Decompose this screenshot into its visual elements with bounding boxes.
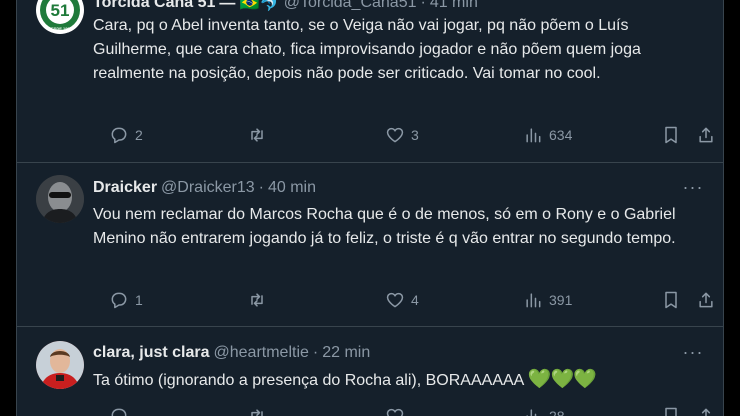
views-chart-icon <box>526 128 541 143</box>
reply-icon <box>111 127 127 144</box>
avatar-ring-text: DESDE 1989 <box>48 26 73 31</box>
reply-button[interactable]: 2 <box>109 123 143 147</box>
bookmark-button[interactable] <box>661 288 681 312</box>
reply-icon <box>111 292 127 309</box>
timestamp[interactable]: 22 min <box>322 344 370 362</box>
tweet-header: clara, just clara @heartmeltie · 22 min <box>93 342 370 364</box>
timeline: 51 DESDE 1989 Torcida Cana 51 — 🇧🇷🐬 @Tor… <box>16 0 724 416</box>
like-button[interactable]: 4 <box>385 288 419 312</box>
tweet-clara[interactable]: ··· clara, just clara @heartmeltie · 22 … <box>17 327 723 416</box>
heart-icon <box>386 127 404 143</box>
tweet-draicker[interactable]: ··· Draicker @Draicker13 · 40 min Vou ne… <box>17 163 723 327</box>
tweet-actions: 1 4 391 <box>93 288 713 312</box>
green-heart-emoji: 💚💚💚 <box>527 369 597 390</box>
reply-icon <box>111 408 127 416</box>
views-button[interactable]: 391 <box>523 288 572 312</box>
views-button[interactable]: 634 <box>523 123 572 147</box>
user-avatar-icon <box>36 175 84 223</box>
like-button[interactable]: 3 <box>385 123 419 147</box>
like-count: 4 <box>411 292 419 308</box>
views-chart-icon <box>526 293 541 308</box>
like-count: 3 <box>411 127 419 143</box>
share-icon <box>699 292 713 308</box>
bookmark-icon <box>665 291 677 309</box>
user-avatar-icon <box>36 341 84 389</box>
retweet-button[interactable] <box>247 123 273 147</box>
retweet-icon <box>251 293 263 307</box>
avatar-torcida[interactable]: 51 DESDE 1989 <box>36 0 84 34</box>
share-button[interactable] <box>696 288 716 312</box>
more-options-button[interactable]: ··· <box>681 343 705 365</box>
separator: · <box>258 179 264 196</box>
name-emoji-suffix: — 🇧🇷🐬 <box>219 0 280 12</box>
heart-icon <box>386 408 404 416</box>
avatar-clara[interactable] <box>36 341 84 389</box>
avatar-number: 51 <box>51 1 70 20</box>
more-options-button[interactable]: ··· <box>681 178 705 200</box>
bookmark-button[interactable] <box>661 123 681 147</box>
handle[interactable]: @Draicker13 <box>161 179 255 197</box>
share-button[interactable] <box>696 404 716 416</box>
tweet-actions: 28 <box>93 404 713 416</box>
share-button[interactable] <box>696 123 716 147</box>
display-name[interactable]: clara, just clara <box>93 344 210 362</box>
tweet-text: Cara, pq o Abel inventa tanto, se o Veig… <box>93 17 641 82</box>
tweet-header: Draicker @Draicker13 · 40 min <box>93 177 316 199</box>
retweet-icon <box>251 128 263 142</box>
views-chart-icon <box>526 409 537 416</box>
reply-button[interactable]: 1 <box>109 288 143 312</box>
bookmark-icon <box>665 126 677 144</box>
separator: · <box>312 344 319 361</box>
display-name[interactable]: Torcida Cana 51 <box>93 0 215 12</box>
view-count: 28 <box>549 408 565 416</box>
tweet-torcida[interactable]: 51 DESDE 1989 Torcida Cana 51 — 🇧🇷🐬 @Tor… <box>17 0 723 163</box>
bookmark-icon <box>665 407 677 416</box>
reply-button[interactable] <box>109 404 135 416</box>
retweet-button[interactable] <box>247 288 273 312</box>
tweet-header: Torcida Cana 51 — 🇧🇷🐬 @Torcida_Cana51 · … <box>93 0 478 14</box>
timestamp[interactable]: 41 min <box>430 0 478 12</box>
like-button[interactable] <box>385 404 405 416</box>
view-count: 391 <box>549 292 573 308</box>
reply-count: 1 <box>135 292 143 308</box>
tweet-text: Vou nem reclamar do Marcos Rocha que é o… <box>93 206 676 247</box>
bookmark-button[interactable] <box>661 404 681 416</box>
tweet-text: Ta ótimo (ignorando a presença do Rocha … <box>93 368 705 393</box>
view-count: 634 <box>549 127 573 143</box>
heart-icon <box>386 292 404 308</box>
separator: · <box>420 0 426 11</box>
handle[interactable]: @Torcida_Cana51 <box>284 0 417 12</box>
display-name[interactable]: Draicker <box>93 179 157 197</box>
handle[interactable]: @heartmeltie <box>214 344 309 362</box>
timestamp[interactable]: 40 min <box>268 179 316 197</box>
tweet-text-body: Ta ótimo (ignorando a presença do Rocha … <box>93 372 524 389</box>
views-button[interactable]: 28 <box>523 404 565 416</box>
retweet-icon <box>251 409 263 416</box>
avatar-draicker[interactable] <box>36 175 84 223</box>
reply-count: 2 <box>135 127 143 143</box>
share-icon <box>701 408 711 416</box>
tweet-actions: 2 3 634 <box>93 123 713 147</box>
retweet-button[interactable] <box>247 404 267 416</box>
share-icon <box>699 127 713 143</box>
torcida-logo-icon: 51 DESDE 1989 <box>37 0 83 33</box>
